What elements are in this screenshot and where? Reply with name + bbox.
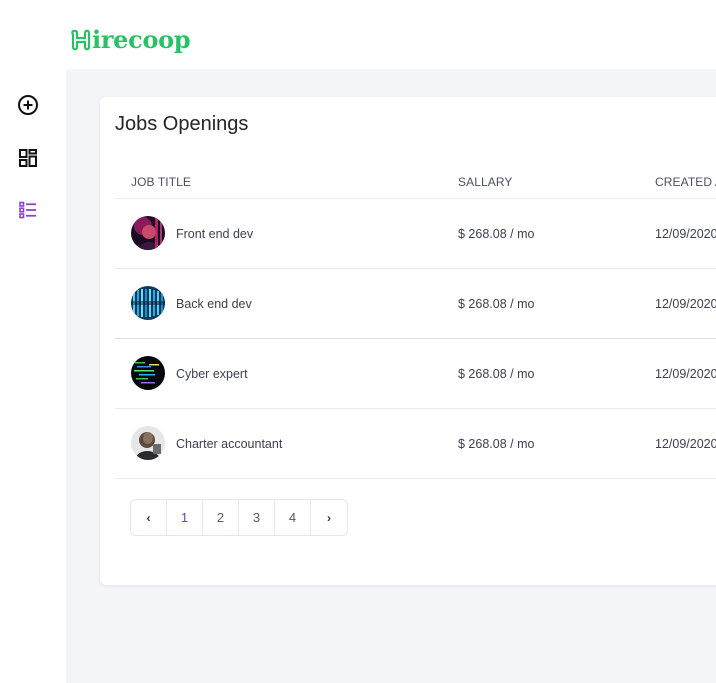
table-row[interactable]: Charter accountant $ 268.08 / mo 12/09/2…	[115, 409, 716, 479]
jobs-table: JOB TITLE SALLARY CREATED AT	[115, 167, 716, 479]
app-root: irecoop Jobs Openings JOB TITLE SALLARY …	[0, 0, 716, 683]
list-icon	[19, 201, 36, 219]
pagination: ‹ 1 2 3 4 ›	[130, 499, 348, 536]
job-title-text: Cyber expert	[176, 367, 248, 381]
job-salary-text: $ 268.08 / mo	[458, 367, 535, 381]
job-created-date: 12/09/2020	[655, 367, 716, 381]
job-avatar-image	[131, 216, 165, 250]
brand-h-glyph	[71, 29, 91, 51]
column-header-salary: SALLARY	[458, 175, 513, 189]
pagination-page-2[interactable]: 2	[203, 500, 239, 535]
main-content: Jobs Openings JOB TITLE SALLARY CREATED …	[66, 69, 716, 683]
dashboard-icon	[19, 149, 37, 167]
sidebar-item-dashboard[interactable]	[12, 142, 44, 174]
job-title-text: Front end dev	[176, 227, 254, 241]
page-title: Jobs Openings	[115, 113, 249, 135]
column-header-job-title: JOB TITLE	[131, 175, 192, 189]
pagination-page-4[interactable]: 4	[275, 500, 311, 535]
table-body: Front end dev $ 268.08 / mo 12/09/2020 B…	[115, 199, 716, 479]
table-row[interactable]: Front end dev $ 268.08 / mo 12/09/2020	[115, 199, 716, 269]
job-created-date: 12/09/2020	[655, 297, 716, 311]
brand-logo[interactable]: irecoop	[70, 24, 191, 56]
table-row[interactable]: Cyber expert $ 268.08 / mo 12/09/2020	[115, 339, 716, 409]
sidebar-item-job-list[interactable]	[12, 194, 44, 226]
brand-name: irecoop	[92, 25, 191, 54]
job-salary-text: $ 268.08 / mo	[458, 437, 535, 451]
job-salary-text: $ 268.08 / mo	[458, 297, 535, 311]
job-title-text: Charter accountant	[176, 437, 283, 451]
job-created-date: 12/09/2020	[655, 437, 716, 451]
job-avatar-image	[131, 286, 165, 320]
job-title-text: Back end dev	[176, 297, 252, 311]
pagination-page-3[interactable]: 3	[239, 500, 275, 535]
plus-circle-icon	[18, 95, 38, 115]
job-avatar-image	[131, 356, 165, 390]
jobs-card: Jobs Openings JOB TITLE SALLARY CREATED …	[100, 97, 716, 585]
pagination-page-1[interactable]: 1	[167, 500, 203, 535]
table-row[interactable]: Back end dev $ 268.08 / mo 12/09/2020	[115, 269, 716, 339]
job-salary-text: $ 268.08 / mo	[458, 227, 535, 241]
table-header: JOB TITLE SALLARY CREATED AT	[115, 167, 716, 199]
sidebar-item-create[interactable]	[12, 89, 44, 121]
job-created-date: 12/09/2020	[655, 227, 716, 241]
pagination-prev-button[interactable]: ‹	[131, 500, 167, 535]
job-avatar-image	[131, 426, 165, 460]
column-header-created-at: CREATED AT	[655, 175, 716, 189]
pagination-next-button[interactable]: ›	[311, 500, 347, 535]
